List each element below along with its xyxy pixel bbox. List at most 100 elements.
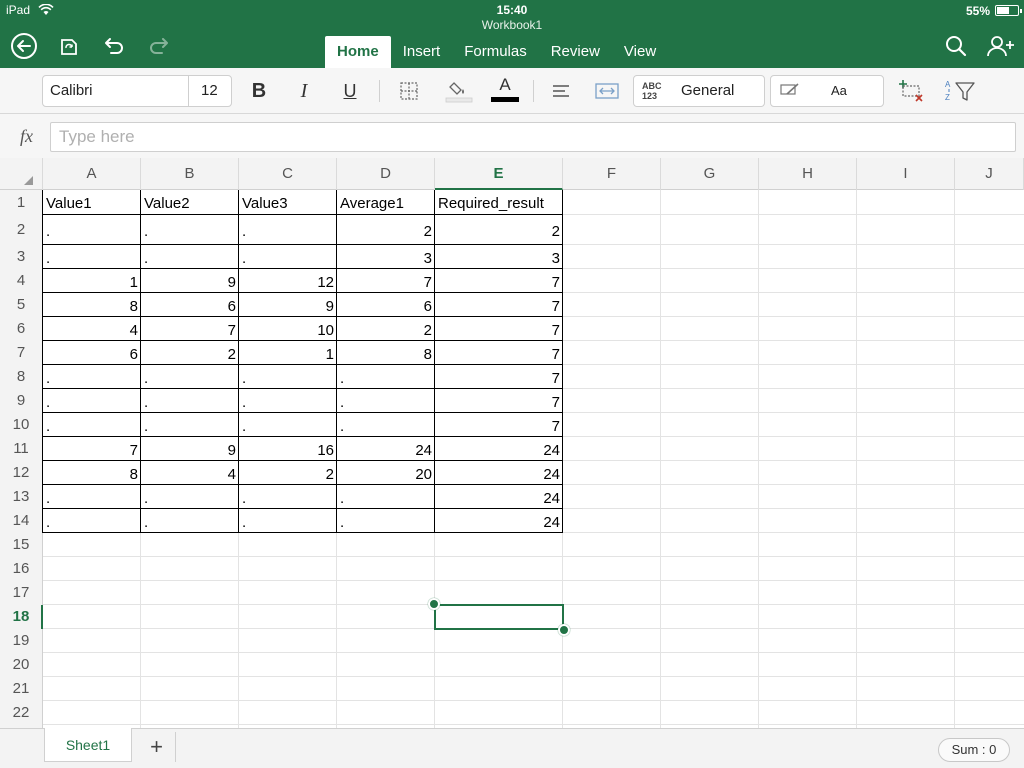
cell-e12[interactable]: 24 (435, 461, 563, 485)
cell-e4[interactable]: 7 (435, 269, 563, 293)
cell-b1[interactable]: Value2 (141, 190, 239, 215)
cell-b3[interactable]: . (141, 245, 239, 269)
underline-button[interactable]: U (337, 76, 363, 106)
tab-review[interactable]: Review (539, 36, 612, 68)
column-header-b[interactable]: B (141, 158, 239, 190)
redo-button[interactable] (145, 32, 173, 60)
cell-c9[interactable]: . (239, 389, 337, 413)
file-sync-button[interactable] (55, 32, 83, 60)
cell-b14[interactable]: . (141, 509, 239, 533)
cell-b10[interactable]: . (141, 413, 239, 437)
tab-view[interactable]: View (612, 36, 668, 68)
formula-input[interactable] (50, 122, 1016, 152)
align-button[interactable] (548, 76, 574, 106)
row-header-22[interactable]: 22 (0, 701, 42, 725)
row-header-18[interactable]: 18 (0, 605, 42, 629)
select-all-corner[interactable] (0, 158, 43, 190)
cell-b9[interactable]: . (141, 389, 239, 413)
cell-a6[interactable]: 4 (43, 317, 141, 341)
column-header-g[interactable]: G (661, 158, 759, 190)
merge-cells-button[interactable] (593, 76, 621, 106)
column-header-h[interactable]: H (759, 158, 857, 190)
sort-filter-button[interactable]: AZ (944, 76, 976, 106)
fill-color-button[interactable] (444, 76, 474, 106)
column-header-f[interactable]: F (563, 158, 661, 190)
cell-d12[interactable]: 20 (337, 461, 435, 485)
tab-home[interactable]: Home (325, 36, 391, 68)
add-sheet-button[interactable]: + (138, 732, 176, 762)
cell-e13[interactable]: 24 (435, 485, 563, 509)
insert-delete-button[interactable] (897, 76, 925, 106)
cell-b12[interactable]: 4 (141, 461, 239, 485)
selection-handle-top-left[interactable] (428, 598, 440, 610)
cell-styles-picker[interactable]: Aa (770, 75, 884, 107)
row-header-3[interactable]: 3 (0, 245, 42, 269)
bold-button[interactable]: B (246, 76, 272, 106)
cell-d2[interactable]: 2 (337, 215, 435, 245)
cell-a14[interactable]: . (43, 509, 141, 533)
status-sum[interactable]: Sum : 0 (938, 738, 1010, 762)
row-header-17[interactable]: 17 (0, 581, 42, 605)
cell-a4[interactable]: 1 (43, 269, 141, 293)
cell-e11[interactable]: 24 (435, 437, 563, 461)
share-people-button[interactable] (986, 32, 1014, 60)
italic-button[interactable]: I (291, 76, 317, 106)
tab-insert[interactable]: Insert (391, 36, 453, 68)
row-header-10[interactable]: 10 (0, 413, 42, 437)
cell-a3[interactable]: . (43, 245, 141, 269)
cell-a9[interactable]: . (43, 389, 141, 413)
cell-c13[interactable]: . (239, 485, 337, 509)
undo-button[interactable] (100, 32, 128, 60)
selection-handle-bottom-right[interactable] (558, 624, 570, 636)
cell-e8[interactable]: 7 (435, 365, 563, 389)
cell-selection-e18[interactable] (434, 604, 564, 630)
cell-c14[interactable]: . (239, 509, 337, 533)
cell-c4[interactable]: 12 (239, 269, 337, 293)
cell-e14[interactable]: 24 (435, 509, 563, 533)
cell-e10[interactable]: 7 (435, 413, 563, 437)
cell-c6[interactable]: 10 (239, 317, 337, 341)
row-header-2[interactable]: 2 (0, 215, 42, 245)
sheet-tab-sheet1[interactable]: Sheet1 (44, 728, 132, 762)
cell-a1[interactable]: Value1 (43, 190, 141, 215)
cell-d10[interactable]: . (337, 413, 435, 437)
cell-a2[interactable]: . (43, 215, 141, 245)
cell-b4[interactable]: 9 (141, 269, 239, 293)
cell-b13[interactable]: . (141, 485, 239, 509)
function-icon[interactable]: fx (20, 126, 33, 147)
cell-c7[interactable]: 1 (239, 341, 337, 365)
cell-c10[interactable]: . (239, 413, 337, 437)
column-header-e[interactable]: E (435, 158, 563, 190)
cell-b7[interactable]: 2 (141, 341, 239, 365)
row-header-20[interactable]: 20 (0, 653, 42, 677)
column-header-c[interactable]: C (239, 158, 337, 190)
row-header-5[interactable]: 5 (0, 293, 42, 317)
cell-e7[interactable]: 7 (435, 341, 563, 365)
row-header-14[interactable]: 14 (0, 509, 42, 533)
row-header-15[interactable]: 15 (0, 533, 42, 557)
font-size[interactable]: 12 (201, 82, 218, 99)
cell-c11[interactable]: 16 (239, 437, 337, 461)
cell-b8[interactable]: . (141, 365, 239, 389)
row-header-19[interactable]: 19 (0, 629, 42, 653)
cell-d5[interactable]: 6 (337, 293, 435, 317)
cell-d1[interactable]: Average1 (337, 190, 435, 215)
row-header-6[interactable]: 6 (0, 317, 42, 341)
cell-c8[interactable]: . (239, 365, 337, 389)
font-picker[interactable]: Calibri 12 (42, 75, 232, 107)
cell-e5[interactable]: 7 (435, 293, 563, 317)
row-header-7[interactable]: 7 (0, 341, 42, 365)
cell-d3[interactable]: 3 (337, 245, 435, 269)
cell-c12[interactable]: 2 (239, 461, 337, 485)
column-header-a[interactable]: A (43, 158, 141, 190)
cell-b2[interactable]: . (141, 215, 239, 245)
cell-d9[interactable]: . (337, 389, 435, 413)
cell-a12[interactable]: 8 (43, 461, 141, 485)
cell-a5[interactable]: 8 (43, 293, 141, 317)
row-header-21[interactable]: 21 (0, 677, 42, 701)
cell-d6[interactable]: 2 (337, 317, 435, 341)
cell-e6[interactable]: 7 (435, 317, 563, 341)
cell-d13[interactable]: . (337, 485, 435, 509)
cell-d11[interactable]: 24 (337, 437, 435, 461)
row-header-16[interactable]: 16 (0, 557, 42, 581)
